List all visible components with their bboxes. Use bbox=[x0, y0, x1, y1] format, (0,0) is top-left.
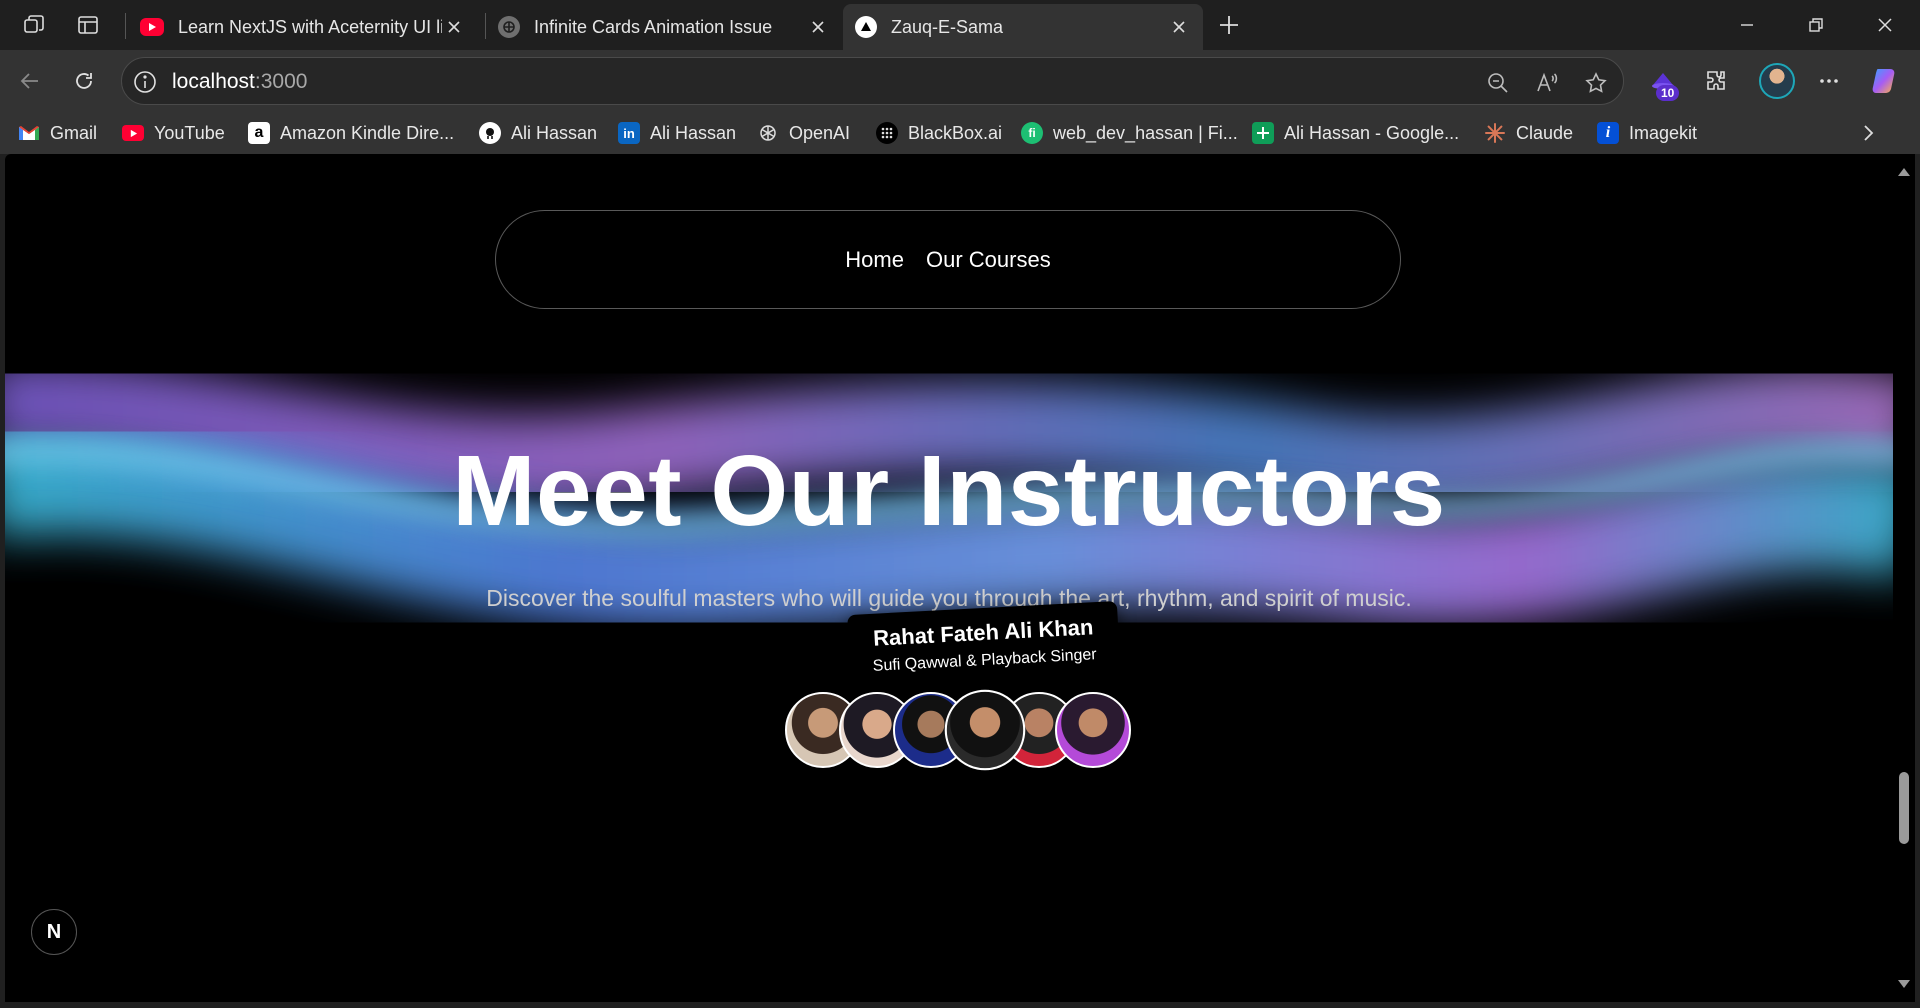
scrollbar-thumb[interactable] bbox=[1899, 772, 1909, 844]
extension-badge: 10 bbox=[1656, 85, 1680, 101]
blackbox-icon bbox=[876, 122, 898, 144]
workspaces-icon[interactable] bbox=[18, 9, 50, 41]
instructor-avatar-6[interactable] bbox=[1055, 692, 1131, 768]
fiverr-icon: fi bbox=[1021, 122, 1043, 144]
address-bar[interactable]: localhost:3000 bbox=[121, 57, 1624, 105]
profile-avatar[interactable] bbox=[1759, 63, 1795, 99]
refresh-button[interactable] bbox=[66, 63, 102, 99]
bookmark-openai[interactable]: OpenAI bbox=[757, 118, 850, 148]
bookmark-imagekit[interactable]: i Imagekit bbox=[1597, 118, 1697, 148]
amazon-icon: a bbox=[248, 122, 270, 144]
tab-title: Infinite Cards Animation Issue bbox=[534, 16, 773, 37]
tab-bar: Learn NextJS with Aceternity UI lil Infi… bbox=[0, 0, 1920, 50]
bookmark-fiverr[interactable]: fi web_dev_hassan | Fi... bbox=[1021, 118, 1238, 148]
bookmark-claude[interactable]: Claude bbox=[1484, 118, 1573, 148]
bookmark-linkedin[interactable]: in Ali Hassan bbox=[618, 118, 736, 148]
tab-title: Zauq-E-Sama bbox=[891, 16, 1004, 37]
back-button[interactable] bbox=[12, 63, 48, 99]
bookmark-google-sheets[interactable]: Ali Hassan - Google... bbox=[1252, 118, 1459, 148]
google-sheets-icon bbox=[1252, 122, 1274, 144]
bookmarks-more-chevron-icon[interactable] bbox=[1854, 118, 1882, 148]
scroll-up-arrow-icon[interactable] bbox=[1898, 168, 1910, 176]
page-viewport: Home Our Courses Meet Our Instructors Di… bbox=[5, 154, 1893, 1002]
site-info-icon[interactable] bbox=[132, 69, 158, 95]
copilot-icon[interactable] bbox=[1868, 63, 1904, 99]
gmail-icon bbox=[18, 122, 40, 144]
tab-title: Learn NextJS with Aceternity UI lil bbox=[178, 16, 442, 37]
page-scrollbar[interactable] bbox=[1893, 154, 1915, 1002]
nav-home-link[interactable]: Home bbox=[845, 247, 904, 273]
vertical-tabs-icon[interactable] bbox=[72, 9, 104, 41]
bookmark-youtube[interactable]: YouTube bbox=[122, 118, 225, 148]
bookmark-github[interactable]: Ali Hassan bbox=[479, 118, 597, 148]
zoom-icon[interactable] bbox=[1483, 68, 1513, 98]
youtube-icon bbox=[122, 125, 144, 141]
hero-title: Meet Our Instructors bbox=[452, 435, 1446, 547]
scroll-down-arrow-icon[interactable] bbox=[1898, 980, 1910, 988]
nav-courses-link[interactable]: Our Courses bbox=[926, 247, 1051, 273]
read-aloud-icon[interactable] bbox=[1532, 68, 1562, 98]
bookmark-gmail[interactable]: Gmail bbox=[18, 118, 97, 148]
close-tab-icon[interactable] bbox=[1167, 15, 1191, 39]
nextjs-dev-indicator[interactable]: N bbox=[31, 909, 77, 955]
restore-button[interactable] bbox=[1787, 5, 1845, 45]
instructor-avatar-4[interactable] bbox=[944, 689, 1026, 771]
tab-learn-nextjs[interactable]: Learn NextJS with Aceternity UI lil bbox=[128, 4, 478, 50]
close-window-button[interactable] bbox=[1856, 5, 1914, 45]
tab-zauq-e-sama[interactable]: Zauq-E-Sama bbox=[843, 4, 1203, 50]
favorite-star-icon[interactable] bbox=[1581, 68, 1611, 98]
settings-more-icon[interactable] bbox=[1811, 63, 1847, 99]
bookmark-amazon-kindle[interactable]: a Amazon Kindle Dire... bbox=[248, 118, 454, 148]
instructor-tooltip: Rahat Fateh Ali Khan Sufi Qawwal & Playb… bbox=[847, 600, 1121, 694]
extensions-icon[interactable] bbox=[1698, 63, 1734, 99]
close-tab-icon[interactable] bbox=[806, 15, 830, 39]
top-navigation: Home Our Courses bbox=[495, 210, 1401, 309]
linkedin-icon: in bbox=[618, 122, 640, 144]
claude-icon bbox=[1484, 122, 1506, 144]
close-tab-icon[interactable] bbox=[442, 15, 466, 39]
openai-icon bbox=[498, 16, 520, 38]
youtube-icon bbox=[140, 18, 164, 36]
minimize-button[interactable] bbox=[1718, 5, 1776, 45]
bookmarks-bar: Gmail YouTube a Amazon Kindle Dire... Al… bbox=[0, 112, 1920, 154]
imagekit-icon: i bbox=[1597, 122, 1619, 144]
url-text: localhost:3000 bbox=[172, 70, 308, 93]
openai-icon bbox=[757, 122, 779, 144]
github-icon bbox=[479, 122, 501, 144]
bookmark-blackbox[interactable]: BlackBox.ai bbox=[876, 118, 1002, 148]
new-tab-button[interactable] bbox=[1212, 8, 1246, 42]
tab-infinite-cards[interactable]: Infinite Cards Animation Issue bbox=[486, 4, 842, 50]
address-toolbar: localhost:3000 bbox=[0, 50, 1920, 112]
vercel-triangle-icon bbox=[855, 16, 877, 38]
hero-subtitle: Discover the soulful masters who will gu… bbox=[486, 585, 1412, 611]
